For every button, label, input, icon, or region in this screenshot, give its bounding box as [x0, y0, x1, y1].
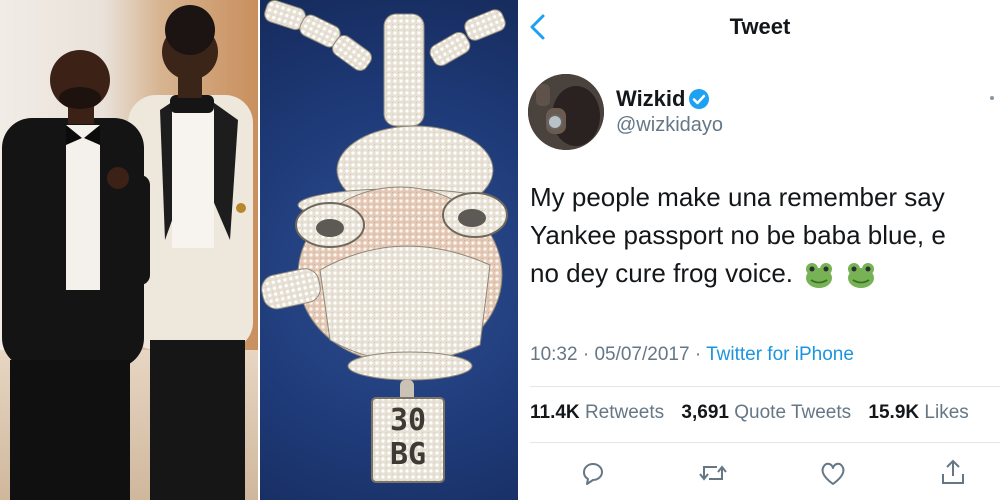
retweets-count: 11.4K [530, 402, 580, 423]
tweet-header: Tweet [520, 0, 1000, 56]
pendant-tag-line-bottom: BG [389, 437, 427, 472]
pendant-tag-line-top: 30 [389, 403, 427, 438]
tweet-date: 05/07/2017 [594, 344, 690, 365]
author-name[interactable]: Wizkid [616, 86, 685, 112]
quote-tweets-count: 3,691 [681, 402, 729, 423]
more-options-icon[interactable] [990, 96, 994, 100]
retweets-label: Retweets [584, 402, 665, 423]
pendant-tag-text: 30 BG [372, 404, 444, 472]
meta-separator: · [694, 344, 707, 365]
avatar[interactable] [528, 74, 604, 150]
divider [530, 386, 1000, 387]
quote-tweets-label: Quote Tweets [734, 402, 852, 423]
meta-separator: · [582, 344, 595, 365]
likes-stat[interactable]: 15.9K Likes [868, 402, 968, 423]
tweet-meta: 10:32 · 05/07/2017 · Twitter for iPhone [530, 344, 854, 366]
author-handle[interactable]: @wizkidayo [616, 114, 723, 137]
frog-emoji-icon [847, 263, 874, 289]
tweet-line-1: My people make una remember say [530, 182, 945, 212]
tuxedo-figures-illustration [2, 5, 253, 500]
tweet-line-3-text: no dey cure frog voice. [530, 258, 794, 288]
image-collage: 30 BG Tweet Wizkid @wizkidayo My people … [0, 0, 1000, 500]
tweet-line-3: no dey cure frog voice. [530, 254, 1000, 292]
avatar-photo [528, 74, 604, 150]
reply-icon[interactable] [578, 458, 608, 488]
frog-emoji-icon [806, 263, 833, 289]
tweet-actions-bar [520, 458, 1000, 494]
verified-badge-icon [689, 89, 709, 109]
likes-count: 15.9K [868, 402, 920, 423]
tweet-time: 10:32 [530, 344, 578, 365]
retweet-icon[interactable] [698, 458, 728, 488]
photo-two-men-tuxedos [0, 0, 258, 500]
tweet-body: My people make una remember say Yankee p… [530, 178, 1000, 292]
like-icon[interactable] [818, 458, 848, 488]
likes-label: Likes [924, 402, 969, 423]
tweet-line-2: Yankee passport no be baba blue, e [530, 220, 946, 250]
share-icon[interactable] [938, 458, 968, 488]
page-title: Tweet [729, 14, 791, 39]
tweet-source-link[interactable]: Twitter for iPhone [706, 344, 854, 365]
photo-frog-pendant: 30 BG [260, 0, 518, 500]
tweet-screenshot: Tweet Wizkid @wizkidayo My people make u… [520, 0, 1000, 500]
quote-tweets-stat[interactable]: 3,691 Quote Tweets [681, 402, 851, 423]
retweets-stat[interactable]: 11.4K Retweets [530, 402, 664, 423]
tweet-stats: 11.4K Retweets 3,691 Quote Tweets 15.9K … [530, 402, 981, 424]
divider [530, 442, 1000, 443]
